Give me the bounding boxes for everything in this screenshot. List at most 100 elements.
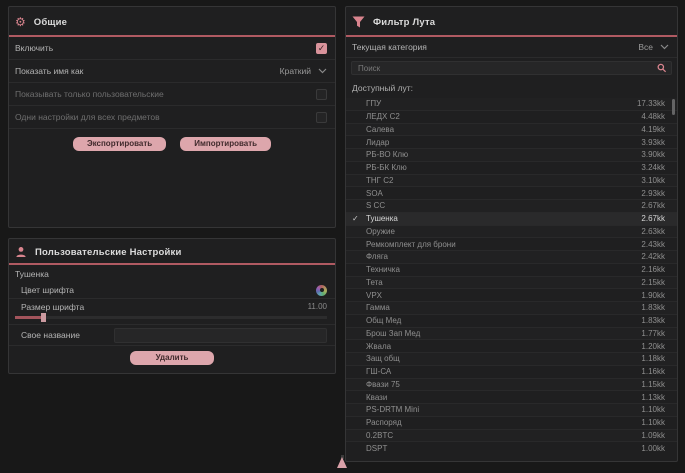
search-input-box bbox=[351, 61, 672, 75]
loot-list-item[interactable]: Тета 2.15kk bbox=[346, 277, 677, 290]
loot-list-item[interactable]: DSPT1.00kk bbox=[346, 442, 677, 454]
loot-item-name: Общ Мед bbox=[366, 316, 401, 325]
chevron-down-icon bbox=[660, 44, 669, 50]
loot-list-item[interactable]: ЛЕДХ С24.48kk bbox=[346, 111, 677, 124]
loot-item-value: 1.00kk bbox=[641, 444, 665, 453]
loot-list-item[interactable]: PS-DRTM Mini 1.10kk bbox=[346, 404, 677, 417]
loot-list-item[interactable]: Салева4.19kk bbox=[346, 124, 677, 137]
gear-icon: ⚙ bbox=[15, 16, 26, 28]
loot-item-name: SOA bbox=[366, 189, 383, 198]
custom-name-label: Свое название bbox=[21, 330, 80, 340]
loot-list-item[interactable]: 0.2BTC1.09kk bbox=[346, 430, 677, 443]
loot-list-item[interactable]: Брош Зап Мед1.77kk bbox=[346, 328, 677, 341]
user-settings-title: Пользовательские Настройки bbox=[35, 247, 182, 258]
loot-item-value: 1.90kk bbox=[641, 291, 665, 300]
chevron-down-icon bbox=[318, 68, 327, 74]
loot-filter-panel: Фильтр Лута Текущая категория Все Доступ… bbox=[345, 6, 678, 462]
import-button[interactable]: Импортировать bbox=[180, 137, 271, 151]
loot-list-item[interactable]: VPX1.90kk bbox=[346, 289, 677, 302]
loot-item-value: 2.42kk bbox=[641, 252, 665, 261]
loot-list-item[interactable]: Лидар3.93kk bbox=[346, 136, 677, 149]
check-icon: ✓ bbox=[352, 214, 366, 223]
loot-item-value: 1.10kk bbox=[641, 405, 665, 414]
category-row: Текущая категория Все bbox=[346, 37, 677, 58]
loot-list-item[interactable]: РБ-ВО Клю3.90kk bbox=[346, 149, 677, 162]
loot-list-item[interactable]: ГШ-СА1.16kk bbox=[346, 366, 677, 379]
loot-item-name: Тушенка bbox=[366, 214, 398, 223]
only-custom-checkbox[interactable] bbox=[316, 89, 327, 100]
loot-item-name: Тета bbox=[366, 278, 383, 287]
loot-list-item[interactable]: Распоряд1.10kk bbox=[346, 417, 677, 430]
general-panel-header: ⚙ Общие bbox=[9, 7, 335, 35]
search-row bbox=[346, 58, 677, 77]
loot-list-item[interactable]: S СС2.67kk bbox=[346, 200, 677, 213]
same-settings-checkbox[interactable] bbox=[316, 112, 327, 123]
loot-item-name: Ремкомплект для брони bbox=[366, 240, 456, 249]
category-dropdown[interactable]: Все bbox=[638, 42, 669, 52]
loot-item-value: 1.20kk bbox=[641, 342, 665, 351]
loot-item-value: 3.93kk bbox=[641, 138, 665, 147]
available-loot-label: Доступный лут: bbox=[346, 77, 677, 97]
custom-name-row: Свое название bbox=[9, 325, 335, 346]
loot-list-item[interactable]: ГПУ17.33kk bbox=[346, 98, 677, 111]
loot-item-name: Фляга bbox=[366, 252, 388, 261]
loot-item-value: 4.19kk bbox=[641, 125, 665, 134]
scrollbar-thumb[interactable] bbox=[672, 99, 675, 115]
loot-list: ГПУ17.33kkЛЕДХ С24.48kkСалева4.19kkЛидар… bbox=[346, 98, 677, 454]
loot-list-item[interactable]: Общ Мед1.83kk bbox=[346, 315, 677, 328]
loot-list-item[interactable]: Квази1.13kk bbox=[346, 391, 677, 404]
loot-filter-header: Фильтр Лута bbox=[346, 7, 677, 35]
custom-name-input[interactable] bbox=[119, 330, 322, 341]
slider-handle[interactable] bbox=[41, 313, 46, 322]
color-wheel-icon[interactable] bbox=[316, 285, 327, 296]
loot-item-name: Техничка bbox=[366, 265, 400, 274]
selected-item-name: Тушенка bbox=[15, 269, 49, 279]
loot-list-item[interactable]: Жвала 1.20kk bbox=[346, 340, 677, 353]
loot-list-item[interactable]: Фвази 751.15kk bbox=[346, 379, 677, 392]
loot-item-name: Жвала bbox=[366, 342, 391, 351]
loot-item-name: Гамма bbox=[366, 303, 390, 312]
category-label: Текущая категория bbox=[352, 42, 427, 52]
general-panel: ⚙ Общие Включить ✓ Показать имя как Крат… bbox=[8, 6, 336, 228]
export-button[interactable]: Экспортировать bbox=[73, 137, 166, 151]
font-color-row: Цвет шрифта bbox=[9, 282, 335, 299]
loot-list-item[interactable]: Техничка 2.16kk bbox=[346, 264, 677, 277]
loot-item-name: Распоряд bbox=[366, 418, 402, 427]
only-custom-label: Показывать только пользовательские bbox=[15, 89, 164, 99]
loot-list-item[interactable]: SOA 2.93kk bbox=[346, 187, 677, 200]
loot-item-value: 2.16kk bbox=[641, 265, 665, 274]
loot-item-value: 2.67kk bbox=[641, 214, 665, 223]
loot-item-value: 1.13kk bbox=[641, 393, 665, 402]
same-settings-label: Одни настройки для всех предметов bbox=[15, 112, 160, 122]
loot-item-value: 2.93kk bbox=[641, 189, 665, 198]
font-size-value: 11.00 bbox=[308, 302, 327, 311]
loot-item-name: Оружие bbox=[366, 227, 395, 236]
loot-item-value: 2.15kk bbox=[641, 278, 665, 287]
general-panel-title: Общие bbox=[34, 17, 67, 28]
loot-item-value: 1.83kk bbox=[641, 303, 665, 312]
show-name-dropdown[interactable]: Краткий bbox=[280, 66, 327, 76]
delete-button[interactable]: Удалить bbox=[130, 351, 215, 365]
loot-item-name: S СС bbox=[366, 201, 385, 210]
font-size-label: Размер шрифта bbox=[21, 302, 84, 312]
loot-item-name: ГПУ bbox=[366, 99, 381, 108]
loot-item-name: ЛЕДХ С2 bbox=[366, 112, 400, 121]
font-size-slider[interactable] bbox=[15, 316, 327, 319]
enable-checkbox[interactable]: ✓ bbox=[316, 43, 327, 54]
loot-list-item[interactable]: ТНГ С23.10kk bbox=[346, 175, 677, 188]
loot-list-item[interactable]: РБ-БК Клю3.24kk bbox=[346, 162, 677, 175]
loot-list-item[interactable]: Гамма 1.83kk bbox=[346, 302, 677, 315]
funnel-icon bbox=[352, 16, 365, 28]
search-input[interactable] bbox=[356, 63, 657, 74]
loot-list-item[interactable]: Ремкомплект для брони2.43kk bbox=[346, 238, 677, 251]
loot-item-value: 1.15kk bbox=[641, 380, 665, 389]
loot-list-item[interactable]: Фляга 2.42kk bbox=[346, 251, 677, 264]
loot-list-item[interactable]: Защ общ1.18kk bbox=[346, 353, 677, 366]
selected-item-row: Тушенка bbox=[9, 265, 335, 282]
loot-list-item[interactable]: ✓Тушенка 2.67kk bbox=[346, 213, 677, 226]
loot-item-name: PS-DRTM Mini bbox=[366, 405, 419, 414]
search-icon[interactable] bbox=[657, 63, 667, 73]
loot-item-value: 1.18kk bbox=[641, 354, 665, 363]
font-size-block: Размер шрифта 11.00 bbox=[9, 299, 335, 325]
loot-list-item[interactable]: Оружие2.63kk bbox=[346, 226, 677, 239]
